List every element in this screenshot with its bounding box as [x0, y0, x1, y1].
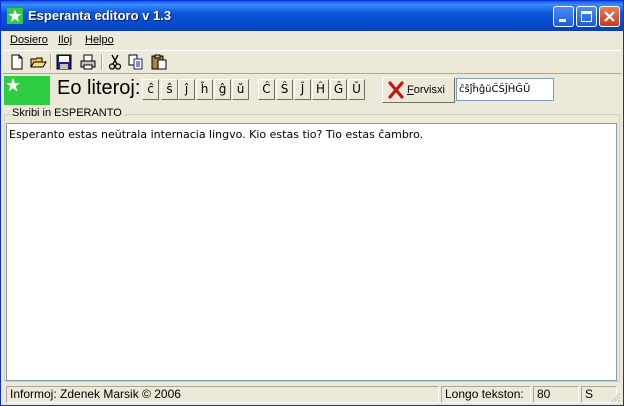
main-window: Esperanta editoro v 1.3 Dosiero Iloj Hel…	[0, 0, 624, 406]
letter-button-upper-u-breve[interactable]: Ŭ	[348, 79, 365, 100]
letter-button-upper-h-circumflex[interactable]: Ĥ	[312, 79, 329, 100]
print-icon	[80, 54, 96, 70]
cut-button[interactable]	[106, 53, 124, 71]
maximize-button[interactable]	[576, 6, 597, 27]
save-disk-icon	[56, 54, 72, 70]
toolbar-separator	[50, 54, 52, 70]
save-button[interactable]	[55, 53, 73, 71]
forvisxi-clear-button[interactable]: Forvisxi	[382, 77, 455, 103]
resize-grip-icon[interactable]	[609, 391, 621, 403]
menu-helpo[interactable]: Helpo	[85, 34, 114, 46]
copy-icon	[128, 54, 143, 70]
menu-iloj[interactable]: Iloj	[58, 34, 72, 46]
menu-dosiero-label: Dosiero	[10, 34, 48, 46]
paste-icon	[151, 54, 167, 70]
paste-button[interactable]	[150, 53, 168, 71]
status-info: Informoj: Zdenek Marsik © 2006	[6, 386, 439, 403]
minimize-icon	[559, 19, 566, 22]
cut-scissors-icon	[108, 54, 122, 70]
open-button[interactable]	[29, 53, 47, 71]
window-title: Esperanta editoro v 1.3	[28, 8, 172, 23]
minimize-button[interactable]	[553, 6, 574, 27]
editor-group-title: Skribi in ESPERANTO	[10, 107, 124, 119]
letter-button-h-circumflex[interactable]: ĥ	[196, 79, 213, 100]
close-icon	[604, 11, 615, 22]
menu-dosiero[interactable]: Dosiero	[10, 34, 48, 46]
menu-helpo-label: Helpo	[85, 34, 114, 46]
print-button[interactable]	[79, 53, 97, 71]
new-file-icon	[11, 54, 23, 70]
characters-field[interactable]: ĉŝĵĥĝŭĈŜĴĤĜŬ	[456, 78, 554, 101]
letter-button-upper-c-circumflex[interactable]: Ĉ	[258, 79, 275, 100]
letter-button-u-breve[interactable]: ŭ	[232, 79, 249, 100]
esperanto-flag-logo	[4, 76, 50, 105]
menu-bar: Dosiero Iloj Helpo	[1, 31, 623, 49]
open-folder-icon	[30, 57, 47, 68]
esperanto-star-icon	[6, 78, 20, 92]
close-button[interactable]	[599, 6, 620, 27]
letter-button-c-circumflex[interactable]: ĉ	[142, 79, 159, 100]
esperanto-letters-bar: Eo literoj: ĉ ŝ ĵ ĥ ĝ ŭ Ĉ Ŝ Ĵ Ĥ Ĝ Ŭ Forv…	[1, 74, 623, 105]
new-file-button[interactable]	[8, 53, 26, 71]
app-star-icon	[7, 8, 23, 24]
forvisxi-label: Forvisxi	[407, 84, 445, 96]
menu-iloj-label: Iloj	[58, 34, 73, 46]
status-length-value: 80	[533, 386, 579, 403]
eo-letters-label: Eo literoj:	[57, 77, 141, 99]
copy-button[interactable]	[127, 53, 145, 71]
letter-button-upper-s-circumflex[interactable]: Ŝ	[276, 79, 293, 100]
toolbar-separator	[101, 54, 103, 70]
letter-button-g-circumflex[interactable]: ĝ	[214, 79, 231, 100]
forvisxi-rest: orvisxi	[413, 84, 445, 96]
toolbar	[3, 50, 621, 74]
maximize-icon	[581, 11, 592, 22]
letter-button-upper-j-circumflex[interactable]: Ĵ	[294, 79, 311, 100]
esperanto-text-editor[interactable]: Esperanto estas neŭtrala internacia ling…	[6, 123, 617, 381]
letter-button-s-circumflex[interactable]: ŝ	[161, 79, 178, 100]
letter-button-j-circumflex[interactable]: ĵ	[178, 79, 195, 100]
forvisxi-accel: F	[407, 84, 414, 96]
red-x-icon	[388, 81, 404, 99]
title-bar[interactable]: Esperanta editoro v 1.3	[1, 1, 623, 31]
letter-button-upper-g-circumflex[interactable]: Ĝ	[330, 79, 347, 100]
editor-text: Esperanto estas neŭtrala internacia ling…	[9, 128, 424, 141]
status-bar: Informoj: Zdenek Marsik © 2006 Longo tek…	[1, 384, 623, 405]
status-length-label: Longo tekston:	[441, 386, 531, 403]
